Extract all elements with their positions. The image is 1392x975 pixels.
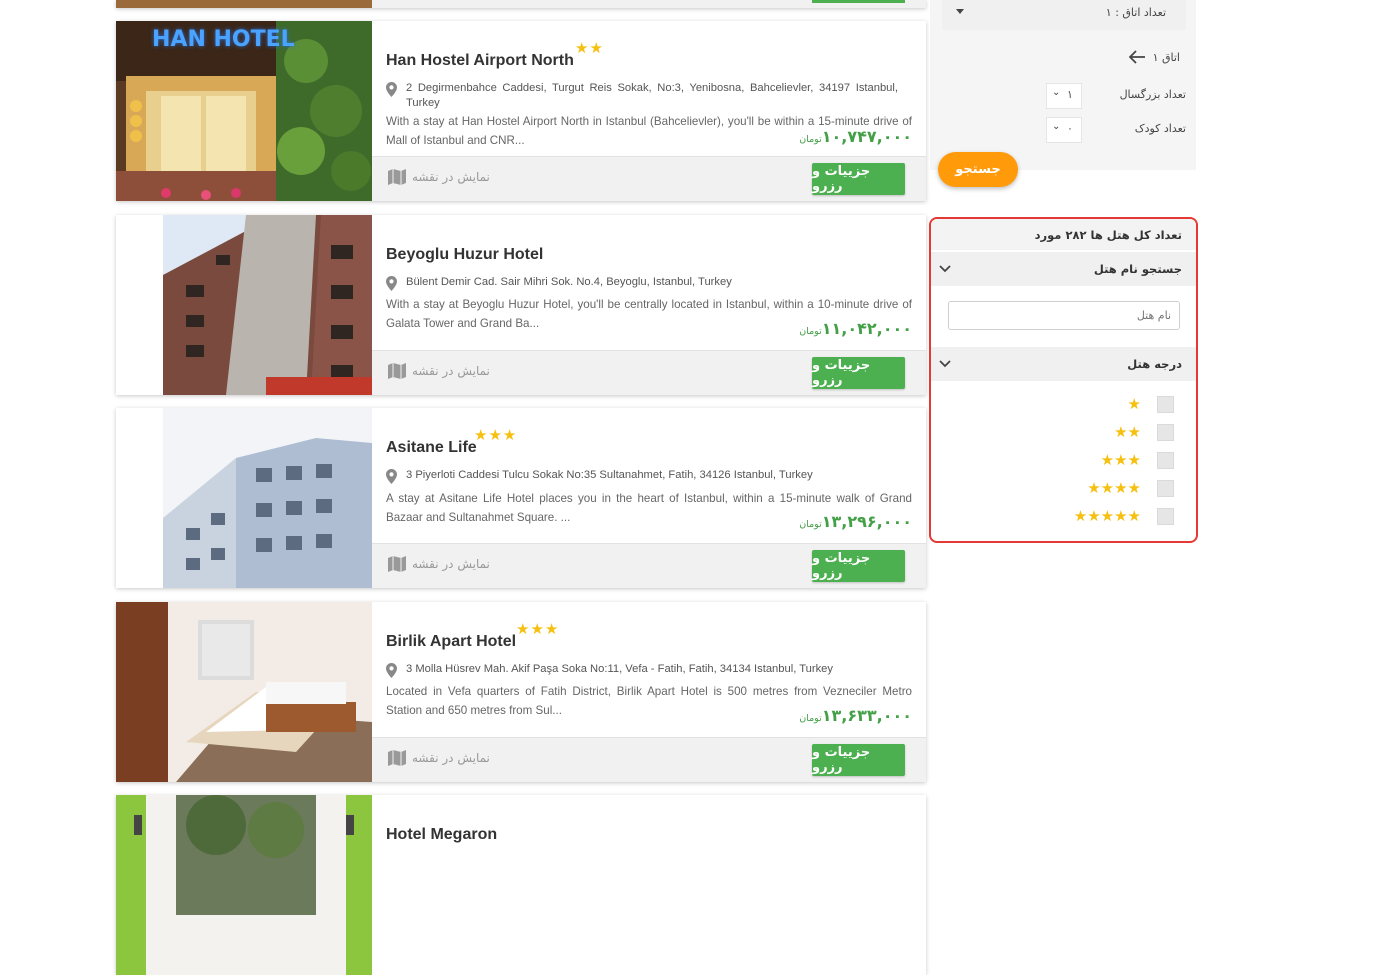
map-icon (388, 556, 406, 572)
star-filter-option[interactable]: ★★ (1114, 423, 1174, 441)
adults-label: تعداد بزرگسال (1119, 88, 1186, 101)
hotel-price: ۱۳,۶۳۳,۰۰۰تومان (799, 706, 912, 725)
show-on-map-link[interactable]: نمایش در نقشه (388, 363, 490, 379)
rooms-count-select[interactable]: تعداد اتاق : ۱ (942, 0, 1186, 30)
star-filter-option[interactable]: ★ (1128, 395, 1174, 413)
hotel-stars: ★★★ (516, 620, 560, 638)
hotel-image[interactable] (116, 602, 372, 782)
room-heading: اتاق ۱ (1128, 50, 1180, 64)
star-rating-filter-header[interactable]: درجه هتل (931, 347, 1196, 381)
star-filter-checkbox[interactable] (1157, 479, 1174, 497)
hotel-card: HAN HOTEL Han Hostel Airport North ★★ 2 … (116, 21, 926, 201)
caret-down-icon (956, 9, 964, 14)
details-and-book-button[interactable]: جزییات و رزرو (812, 550, 905, 582)
star-rating-stars: ★★★★ (1087, 479, 1141, 497)
details-and-book-button[interactable]: جزییات و رزرو (812, 163, 905, 195)
star-filter-option[interactable]: ★★★★★ (1074, 507, 1174, 525)
hotel-name-input[interactable] (948, 301, 1180, 330)
location-pin-icon (386, 82, 397, 97)
hotel-name[interactable]: Birlik Apart Hotel (386, 633, 516, 651)
hotel-address: 3 Piyerloti Caddesi Tulcu Sokak No:35 Su… (386, 468, 898, 484)
hotel-image[interactable]: HAN HOTEL (116, 21, 372, 201)
star-filter-option[interactable]: ★★★ (1101, 451, 1174, 469)
hotel-card: Hotel Megaron (116, 795, 926, 975)
hotel-address: Bülent Demir Cad. Sair Mihri Sok. No.4, … (386, 275, 898, 291)
hotel-stars: ★★ (575, 39, 604, 57)
hotel-address: 2 Degirmenbahce Caddesi, Turgut Reis Sok… (386, 81, 898, 111)
search-panel: تعداد اتاق : ۱ اتاق ۱ تعداد بزرگسال ⌄ ۱ … (930, 0, 1196, 170)
hotel-price: ۱۳,۲۹۶,۰۰۰تومان (799, 512, 912, 531)
hotel-image[interactable] (116, 795, 372, 975)
star-filter-checkbox[interactable] (1157, 423, 1174, 441)
card-footer: نمایش در نقشه جزییات و رزرو (372, 350, 926, 395)
map-icon (388, 363, 406, 379)
star-rating-stars: ★★★ (1100, 451, 1141, 469)
arrow-left-icon[interactable] (1128, 50, 1145, 64)
hotel-card: Asitane Life ★★★ 3 Piyerloti Caddesi Tul… (116, 408, 926, 588)
show-on-map-link[interactable]: نمایش در نقشه (388, 750, 490, 766)
hotel-address: 3 Molla Hüsrev Mah. Akif Paşa Soka No:11… (386, 662, 898, 678)
star-filter-checkbox[interactable] (1157, 395, 1174, 413)
details-and-book-button[interactable]: جزییات و رزرو (812, 744, 905, 776)
star-rating-stars: ★★ (1114, 423, 1141, 441)
hotel-stars: ★★★ (474, 426, 518, 444)
location-pin-icon (386, 276, 397, 291)
star-rating-stars: ★ (1127, 395, 1141, 413)
star-rating-stars: ★★★★★ (1073, 507, 1141, 525)
star-filter-checkbox[interactable] (1157, 507, 1174, 525)
hotel-price: ۱۰,۷۴۷,۰۰۰تومان (799, 127, 912, 146)
star-filter-checkbox[interactable] (1157, 451, 1174, 469)
show-on-map-link[interactable]: نمایش در نقشه (388, 169, 490, 185)
hotel-sign-text: HAN HOTEL (152, 27, 295, 52)
hotel-name[interactable]: Asitane Life (386, 439, 477, 457)
adults-select[interactable]: ⌄ ۱ (1046, 83, 1082, 109)
map-icon (388, 169, 406, 185)
total-hotels-label: تعداد کل هتل ها ۲۸۲ مورد (1034, 227, 1182, 242)
children-select[interactable]: ⌄ ۰ (1046, 117, 1082, 143)
card-footer: نمایش در نقشه جزییات و رزرو (372, 737, 926, 782)
hotel-name[interactable]: Han Hostel Airport North (386, 52, 574, 70)
search-button[interactable]: جستجو (938, 152, 1018, 187)
hotel-image[interactable] (116, 215, 372, 395)
details-and-book-button[interactable]: جزییات و رزرو (812, 357, 905, 389)
total-hotels-row: تعداد کل هتل ها ۲۸۲ مورد (931, 219, 1196, 250)
map-icon (388, 750, 406, 766)
hotel-card: Birlik Apart Hotel ★★★ 3 Molla Hüsrev Ma… (116, 602, 926, 782)
children-label: تعداد کودک (1134, 122, 1186, 135)
hotel-card-partial (116, 0, 926, 8)
location-pin-icon (386, 469, 397, 484)
chevron-down-icon (939, 360, 951, 368)
chevron-down-icon: ⌄ (1052, 87, 1061, 98)
hotel-name-filter-header[interactable]: جستجو نام هتل (931, 252, 1196, 286)
hotel-price: ۱۱,۰۴۲,۰۰۰تومان (799, 319, 912, 338)
chevron-down-icon: ⌄ (1052, 121, 1061, 132)
hotel-name[interactable]: Beyoglu Huzur Hotel (386, 246, 543, 264)
hotel-card: Beyoglu Huzur Hotel Bülent Demir Cad. Sa… (116, 215, 926, 395)
hotel-image[interactable] (116, 408, 372, 588)
rooms-count-label: تعداد اتاق : ۱ (1105, 6, 1166, 19)
star-filter-option[interactable]: ★★★★ (1087, 479, 1174, 497)
card-footer: نمایش در نقشه جزییات و رزرو (372, 543, 926, 588)
location-pin-icon (386, 663, 397, 678)
filter-panel: تعداد کل هتل ها ۲۸۲ مورد جستجو نام هتل د… (929, 217, 1198, 543)
card-footer: نمایش در نقشه جزییات و رزرو (372, 156, 926, 201)
hotel-name[interactable]: Hotel Megaron (386, 826, 497, 844)
show-on-map-link[interactable]: نمایش در نقشه (388, 556, 490, 572)
chevron-down-icon (939, 265, 951, 273)
